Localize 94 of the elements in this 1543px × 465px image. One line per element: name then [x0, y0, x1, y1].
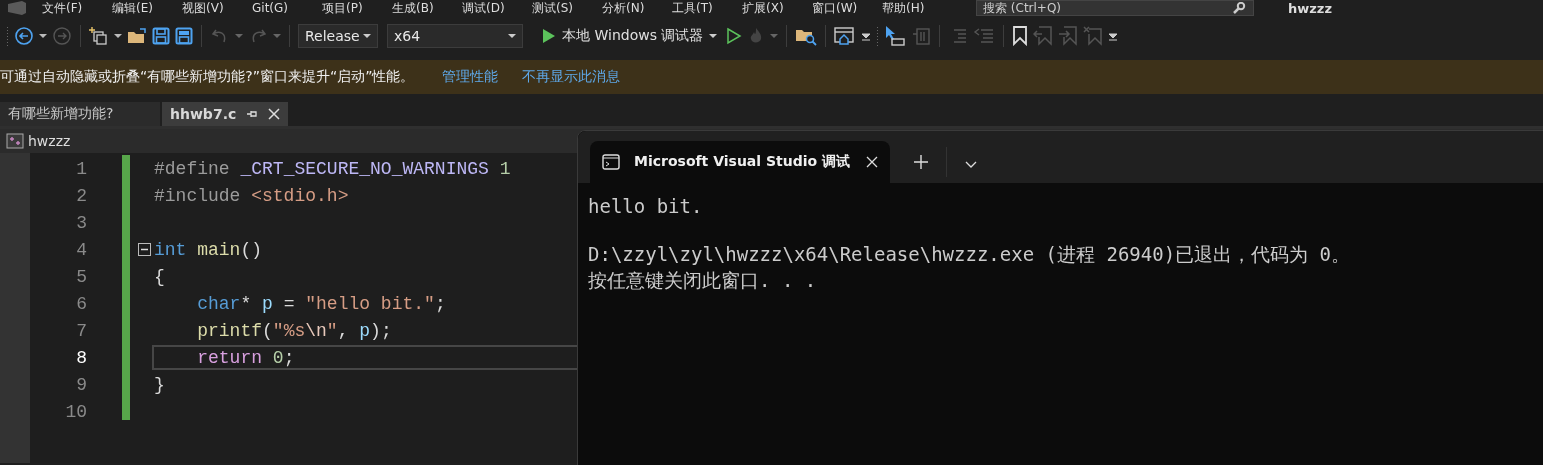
search-field[interactable]: 搜索 (Ctrl+Q)	[976, 0, 1254, 16]
new-tab-icon[interactable]	[914, 155, 928, 169]
caret-icon	[508, 33, 516, 39]
info-link[interactable]: 管理性能	[442, 68, 499, 86]
back-icon[interactable]	[14, 26, 34, 46]
document-tab[interactable]: hhwb7.c	[162, 102, 289, 126]
menu-item[interactable]: 工具(T)	[672, 0, 742, 16]
code-token: }	[154, 374, 165, 395]
toolbar-grip-icon	[6, 26, 9, 46]
code-token: );	[370, 320, 392, 341]
platform-dropdown[interactable]: x64	[387, 24, 523, 48]
line-number: 5	[75, 266, 87, 287]
menu-item[interactable]: 项目(P)	[322, 0, 392, 16]
code-token: "	[326, 320, 338, 341]
dropdown-icon[interactable]	[965, 161, 977, 169]
code-token: printf	[196, 320, 263, 341]
pointer-icon[interactable]	[884, 25, 907, 47]
code-token: int	[154, 239, 187, 260]
caret-icon[interactable]	[39, 33, 47, 39]
close-icon[interactable]	[866, 156, 878, 168]
line-number: 4	[75, 239, 87, 260]
menu-item[interactable]: 视图(V)	[182, 0, 252, 16]
code-token: 1	[498, 158, 511, 179]
menu-item[interactable]: 调试(D)	[462, 0, 532, 16]
line-number: 1	[75, 158, 87, 179]
console-output-line: hello bit.	[588, 194, 704, 219]
menu-item[interactable]: 生成(B)	[392, 0, 462, 16]
menu-item[interactable]: 分析(N)	[602, 0, 672, 16]
code-token: 0	[271, 347, 284, 368]
menu-item[interactable]: 文件(F)	[42, 0, 112, 16]
start-debugging-button[interactable]: 本地 Windows 调试器	[538, 27, 722, 45]
search-icon	[1232, 2, 1246, 14]
line-number: 3	[75, 212, 87, 233]
project-icon	[6, 133, 24, 149]
overflow-caret-icon[interactable]	[1108, 31, 1119, 41]
document-tab[interactable]: 有哪些新增功能?	[0, 102, 160, 126]
save-all-icon[interactable]	[175, 27, 193, 45]
code-token: (	[262, 320, 273, 341]
overflow-caret-icon[interactable]	[861, 31, 872, 41]
code-token: <stdio.h>	[251, 185, 349, 206]
toolbar-grip-icon	[876, 26, 880, 46]
play-outline-icon[interactable]	[726, 27, 743, 45]
pin-icon[interactable]	[246, 108, 259, 120]
new-project-icon[interactable]	[89, 26, 109, 46]
line-number: 10	[64, 401, 87, 422]
line-number: 2	[75, 185, 87, 206]
console-tab[interactable]: Microsoft Visual Studio 调试	[590, 141, 890, 183]
terminal-icon	[602, 154, 620, 170]
console-output-line: D:\zzyl\zyl\hwzzz\x64\Release\hwzzz.exe (进程 26940)已退出，代码为 0。	[588, 242, 1351, 267]
code-token: ,	[337, 320, 350, 341]
configuration-dropdown[interactable]: Release	[298, 24, 378, 48]
code-token: p	[262, 293, 273, 314]
caret-icon	[709, 33, 718, 39]
close-icon[interactable]	[268, 108, 281, 120]
code-token: "%s	[272, 320, 306, 341]
solution-title: hwzzz	[1288, 0, 1332, 16]
code-token: _CRT_SECURE_NO_WARNINGS	[240, 158, 489, 179]
code-token: ;	[434, 293, 446, 314]
info-message: 可通过自动隐藏或折叠“有哪些新增功能?”窗口来提升“启动”性能。	[0, 68, 415, 86]
menu-item[interactable]: Git(G)	[252, 1, 322, 15]
window-home-icon[interactable]	[834, 26, 857, 46]
code-token: ()	[240, 239, 263, 260]
code-token: "hello bit."	[305, 293, 435, 314]
code-token: =	[282, 293, 296, 314]
menu-item[interactable]: 扩展(X)	[742, 0, 812, 16]
app-logo-icon	[6, 0, 28, 16]
line-number: 9	[75, 374, 87, 395]
code-token: ;	[283, 347, 295, 368]
folder-icon[interactable]	[127, 27, 147, 45]
code-token: return	[196, 347, 263, 368]
info-link[interactable]: 不再显示此消息	[522, 68, 621, 86]
play-icon	[542, 28, 556, 44]
code-token: p	[359, 320, 371, 341]
menu-item[interactable]: 窗口(W)	[812, 0, 882, 16]
code-token: {	[154, 266, 165, 287]
code-token: \n	[305, 320, 327, 341]
line-number: 6	[75, 293, 87, 314]
code-token: main	[196, 239, 241, 260]
project-name[interactable]: hwzzz	[28, 133, 71, 149]
code-token: #include	[154, 185, 242, 206]
console-output-line: 按任意键关闭此窗口. . .	[588, 268, 818, 293]
menu-item[interactable]: 测试(S)	[532, 0, 602, 16]
save-icon[interactable]	[152, 27, 170, 45]
menu-item[interactable]: 编辑(E)	[112, 0, 182, 16]
line-number: 7	[75, 320, 87, 341]
code-token: *	[240, 293, 253, 314]
code-token: char	[196, 293, 241, 314]
caret-icon[interactable]	[114, 33, 122, 39]
menu-item[interactable]: 帮助(H)	[882, 0, 952, 16]
collapse-icon[interactable]	[137, 243, 151, 256]
line-number: 8	[75, 347, 87, 368]
caret-icon	[363, 33, 371, 39]
code-token: #define	[154, 158, 231, 179]
bookmark-icon[interactable]	[1012, 26, 1029, 46]
